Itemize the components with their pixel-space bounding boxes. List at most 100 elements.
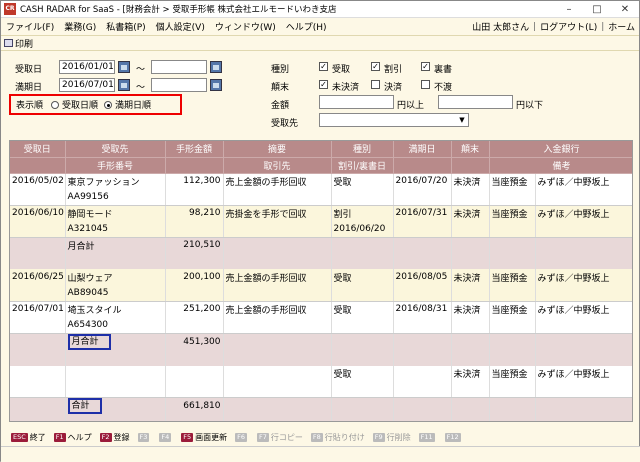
from-select[interactable]: ▼ — [319, 113, 469, 127]
close-icon[interactable]: ✕ — [611, 1, 639, 18]
status-bar — [1, 446, 640, 462]
calendar-icon[interactable] — [118, 61, 130, 73]
fkey-f5[interactable]: F5 — [181, 432, 194, 442]
table-cell — [331, 285, 394, 302]
table-row[interactable]: 合計 661,810 — [10, 397, 632, 414]
table-cell: 当座預金 — [489, 269, 536, 285]
table-cell — [535, 414, 632, 421]
received-from-input[interactable]: 2016/01/01 — [59, 60, 115, 74]
minimize-icon[interactable]: – — [555, 1, 583, 18]
col-maturity[interactable]: 満期日 — [393, 141, 452, 158]
col-counterparty[interactable]: 取引先 — [223, 157, 332, 174]
amount-min-input[interactable] — [319, 95, 394, 109]
fkey-f2[interactable]: F2 — [99, 432, 112, 442]
table-cell — [451, 221, 490, 238]
table-cell — [10, 414, 66, 421]
col-amount[interactable]: 手形金額 — [165, 141, 224, 158]
fkey-f6[interactable]: F6 — [235, 432, 248, 442]
maturity-to-input[interactable] — [151, 78, 207, 92]
type-receive-checkbox[interactable]: ✓ — [319, 62, 328, 71]
fkey-f11[interactable]: F11 — [418, 432, 435, 442]
table-cell — [331, 237, 394, 253]
col-received-from[interactable]: 受取先 — [65, 141, 166, 158]
menu-business[interactable]: 業務(G) — [59, 20, 101, 33]
total-label-highlight: 月合計 — [67, 333, 111, 350]
table-cell — [10, 349, 66, 366]
table-row[interactable]: 2016/05/02 東京ファッション 112,300 売上金額の手形回収 受取 2016… — [10, 173, 632, 189]
fkey-f12[interactable]: F12 — [444, 432, 461, 442]
chevron-down-icon[interactable]: ▼ — [457, 115, 467, 125]
calendar-icon[interactable] — [118, 79, 130, 91]
table-cell — [223, 285, 332, 302]
menu-settings[interactable]: 個人設定(V) — [151, 20, 210, 33]
table-row[interactable] — [10, 349, 632, 366]
table-cell — [451, 253, 490, 269]
type-discount-checkbox[interactable]: ✓ — [371, 62, 380, 71]
table-cell — [393, 317, 452, 334]
col-summary[interactable]: 摘要 — [223, 141, 332, 158]
col-discount-date[interactable]: 割引/裏書日 — [331, 157, 394, 174]
table-row[interactable]: 2016/06/25 山梨ウェア 200,100 売上金額の手形回収 受取 2016/08… — [10, 269, 632, 285]
table-row[interactable]: 月合計 451,300 — [10, 333, 632, 350]
table-row[interactable] — [10, 253, 632, 269]
unsettled-checkbox[interactable]: ✓ — [319, 80, 328, 89]
maximize-icon[interactable]: □ — [583, 1, 611, 18]
col-bill-number[interactable]: 手形番号 — [65, 157, 166, 174]
table-row[interactable] — [10, 381, 632, 398]
table-row[interactable]: 受取 未決済 当座預金 みずほ／中野坂上 — [10, 365, 632, 382]
table-cell — [489, 253, 536, 269]
printer-icon[interactable] — [4, 39, 13, 47]
table-cell — [10, 237, 66, 253]
fkey-f7[interactable]: F7 — [257, 432, 269, 442]
table-row[interactable]: 月合計 210,510 — [10, 237, 632, 253]
table-row[interactable]: 2016/06/10 静岡モード 98,210 売掛金を手形で回収 割引 2016/07/… — [10, 205, 632, 221]
table-row[interactable]: A654300 — [10, 317, 632, 334]
logout-link[interactable]: ログアウト(L) — [536, 20, 601, 33]
menu-help[interactable]: ヘルプ(H) — [281, 20, 332, 33]
fkey-f8[interactable]: F8 — [310, 432, 323, 442]
fkey-f1[interactable]: F1 — [53, 432, 66, 442]
col-received-date[interactable]: 受取日 — [10, 141, 66, 158]
table-cell: 当座預金 — [489, 365, 536, 382]
received-to-input[interactable] — [151, 60, 207, 74]
col-type[interactable]: 種別 — [331, 141, 394, 158]
dishonored-checkbox[interactable] — [421, 80, 430, 89]
table-row[interactable]: 2016/07/01 埼玉スタイル 251,200 売上金額の手形回収 受取 2016/0… — [10, 301, 632, 317]
table-cell — [223, 349, 332, 366]
fkey-f9[interactable]: F9 — [372, 432, 385, 442]
home-link[interactable]: ホーム — [604, 20, 639, 33]
type-endorse-checkbox[interactable]: ✓ — [421, 62, 430, 71]
table-row[interactable]: AB89045 — [10, 285, 632, 302]
amount-max-input[interactable] — [438, 95, 513, 109]
radio-maturity-order[interactable]: 満期日順 — [104, 98, 151, 111]
calendar-icon[interactable] — [210, 79, 222, 91]
calendar-icon[interactable] — [210, 61, 222, 73]
print-button[interactable]: 印刷 — [15, 37, 33, 50]
settled-checkbox[interactable] — [371, 80, 380, 89]
col-remarks[interactable]: 備考 — [489, 157, 632, 174]
radio-received-order[interactable]: 受取日順 — [51, 98, 98, 111]
table-cell — [535, 285, 632, 302]
table-row[interactable]: AA99156 — [10, 189, 632, 206]
table-cell — [451, 381, 490, 398]
fkey-esc[interactable]: ESC — [11, 432, 28, 442]
table-row[interactable]: A321045 2016/06/20 — [10, 221, 632, 238]
maturity-from-input[interactable]: 2016/07/01 — [59, 78, 115, 92]
table-cell: 受取 — [331, 365, 394, 382]
table-cell — [223, 189, 332, 206]
radio-icon[interactable] — [51, 101, 60, 109]
fkey-f4[interactable]: F4 — [159, 432, 172, 442]
table-cell: みずほ／中野坂上 — [535, 269, 632, 285]
col-settlement[interactable]: 顛末 — [451, 141, 490, 158]
menu-window[interactable]: ウィンドウ(W) — [210, 20, 281, 33]
table-cell: A654300 — [65, 317, 166, 334]
col-bank[interactable]: 入金銀行 — [489, 141, 632, 158]
table-cell — [10, 253, 66, 269]
table-cell — [393, 414, 452, 421]
radio-selected-icon[interactable] — [104, 101, 113, 109]
menu-file[interactable]: ファイル(F) — [1, 20, 59, 33]
menu-mailbox[interactable]: 私書箱(P) — [101, 20, 150, 33]
table-cell: 割引 — [331, 205, 394, 221]
table-row[interactable] — [10, 414, 632, 421]
fkey-f3[interactable]: F3 — [137, 432, 150, 442]
